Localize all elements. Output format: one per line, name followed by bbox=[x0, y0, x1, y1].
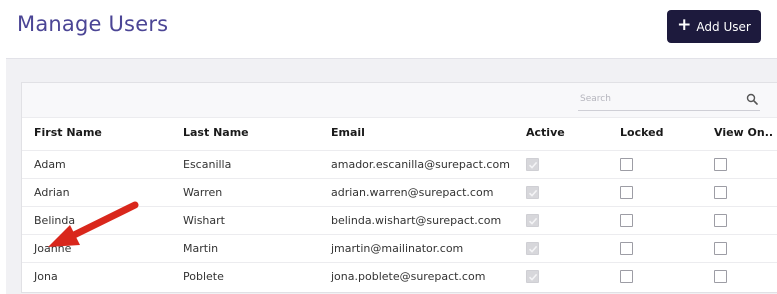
locked-checkbox[interactable] bbox=[620, 158, 633, 171]
locked-checkbox[interactable] bbox=[620, 186, 633, 199]
cell-last-name: Poblete bbox=[183, 270, 224, 283]
cell-email: amador.escanilla@surepact.com bbox=[331, 158, 510, 171]
add-user-label: Add User bbox=[696, 19, 751, 34]
cell-first-name: Adam bbox=[34, 158, 66, 171]
view-only-checkbox[interactable] bbox=[714, 242, 727, 255]
cell-first-name: Jona bbox=[34, 270, 58, 283]
table-row[interactable]: Jona Poblete jona.poblete@surepact.com bbox=[22, 262, 777, 291]
view-only-checkbox[interactable] bbox=[714, 270, 727, 283]
add-user-button[interactable]: + Add User bbox=[667, 10, 761, 43]
view-only-checkbox[interactable] bbox=[714, 214, 727, 227]
cell-email: adrian.warren@surepact.com bbox=[331, 186, 494, 199]
cell-last-name: Martin bbox=[183, 242, 219, 255]
cell-last-name: Warren bbox=[183, 186, 223, 199]
column-header-view-only[interactable]: View On.. bbox=[714, 126, 773, 139]
active-checkbox[interactable] bbox=[526, 186, 539, 199]
page-title: Manage Users bbox=[17, 12, 169, 36]
column-header-first-name[interactable]: First Name bbox=[34, 126, 102, 139]
column-header-locked[interactable]: Locked bbox=[620, 126, 663, 139]
active-checkbox[interactable] bbox=[526, 158, 539, 171]
active-checkbox[interactable] bbox=[526, 270, 539, 283]
column-header-active[interactable]: Active bbox=[526, 126, 565, 139]
table-toolbar bbox=[22, 83, 777, 118]
table-row[interactable]: Adrian Warren adrian.warren@surepact.com bbox=[22, 178, 777, 207]
locked-checkbox[interactable] bbox=[620, 214, 633, 227]
plus-icon: + bbox=[677, 15, 692, 35]
cell-first-name: Joanne bbox=[34, 242, 72, 255]
search-input[interactable] bbox=[578, 90, 742, 108]
locked-checkbox[interactable] bbox=[620, 242, 633, 255]
search-box bbox=[578, 90, 760, 111]
users-table-card: First Name Last Name Email Active Locked… bbox=[21, 82, 777, 293]
page-header: Manage Users + Add User bbox=[0, 0, 777, 58]
cell-email: belinda.wishart@surepact.com bbox=[331, 214, 502, 227]
column-header-last-name[interactable]: Last Name bbox=[183, 126, 249, 139]
active-checkbox[interactable] bbox=[526, 214, 539, 227]
table-row[interactable]: Adam Escanilla amador.escanilla@surepact… bbox=[22, 150, 777, 179]
cell-email: jmartin@mailinator.com bbox=[331, 242, 464, 255]
cell-last-name: Escanilla bbox=[183, 158, 232, 171]
locked-checkbox[interactable] bbox=[620, 270, 633, 283]
search-icon[interactable] bbox=[746, 93, 758, 105]
cell-email: jona.poblete@surepact.com bbox=[331, 270, 486, 283]
table-row[interactable]: Belinda Wishart belinda.wishart@surepact… bbox=[22, 206, 777, 235]
cell-last-name: Wishart bbox=[183, 214, 225, 227]
cell-first-name: Adrian bbox=[34, 186, 70, 199]
column-header-email[interactable]: Email bbox=[331, 126, 365, 139]
active-checkbox[interactable] bbox=[526, 242, 539, 255]
table-row[interactable]: Joanne Martin jmartin@mailinator.com bbox=[22, 234, 777, 263]
cell-first-name: Belinda bbox=[34, 214, 76, 227]
view-only-checkbox[interactable] bbox=[714, 158, 727, 171]
view-only-checkbox[interactable] bbox=[714, 186, 727, 199]
